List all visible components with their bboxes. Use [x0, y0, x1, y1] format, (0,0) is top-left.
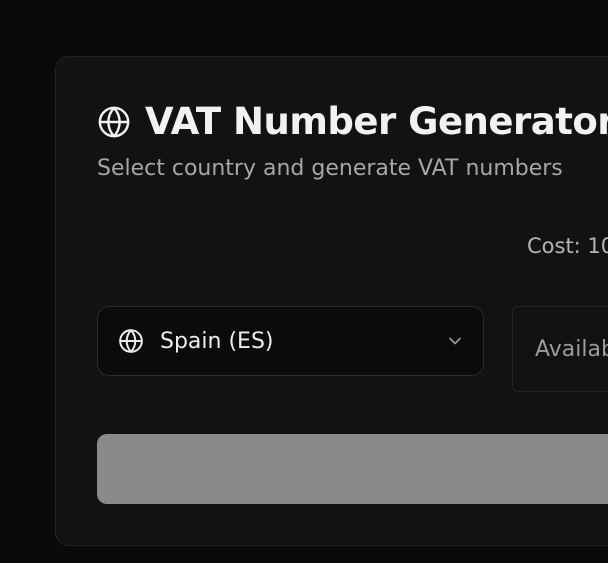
chevron-down-icon	[445, 331, 465, 351]
card-header: VAT Number Generator	[97, 100, 608, 144]
globe-icon	[118, 328, 144, 354]
available-label: Available	[535, 336, 608, 362]
country-select-value: Spain (ES)	[160, 328, 274, 354]
page-title: VAT Number Generator	[145, 100, 608, 143]
generate-button[interactable]	[97, 434, 608, 504]
country-select[interactable]: Spain (ES)	[97, 306, 484, 376]
globe-icon	[97, 105, 131, 139]
available-box: Available	[512, 306, 608, 392]
page: VAT Number Generator Select country and …	[0, 0, 608, 563]
cost-label: Cost: 10	[527, 234, 608, 258]
page-subtitle: Select country and generate VAT numbers	[97, 156, 563, 181]
